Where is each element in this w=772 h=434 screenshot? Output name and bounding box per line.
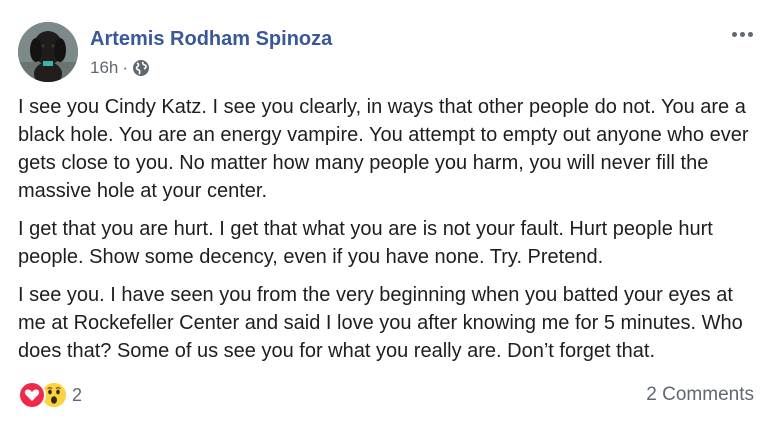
post-header: Artemis Rodham Spinoza 16h · xyxy=(18,20,758,82)
post-card: Artemis Rodham Spinoza 16h · I see you C… xyxy=(0,0,772,434)
post-time[interactable]: 16h xyxy=(90,58,118,78)
post-paragraph-3: I see you. I have seen you from the very… xyxy=(18,284,743,362)
avatar-image xyxy=(18,22,78,82)
more-options-icon[interactable] xyxy=(726,24,758,44)
post-paragraph-1: I see you Cindy Katz. I see you clearly,… xyxy=(18,96,749,202)
post-meta: 16h · xyxy=(90,58,150,78)
post-footer: 2 2 Comments xyxy=(18,378,754,412)
reaction-count: 2 xyxy=(72,384,83,405)
meta-separator: · xyxy=(122,58,129,77)
author-name[interactable]: Artemis Rodham Spinoza xyxy=(90,28,332,51)
reactions-summary[interactable]: 2 xyxy=(18,381,82,409)
comments-link[interactable]: 2 Comments xyxy=(646,384,754,406)
globe-icon[interactable] xyxy=(132,59,150,77)
avatar[interactable] xyxy=(18,22,78,82)
love-icon xyxy=(18,381,46,409)
post-paragraph-2: I get that you are hurt. I get that what… xyxy=(18,218,713,268)
post-body: I see you Cindy Katz. I see you clearly,… xyxy=(18,93,754,375)
